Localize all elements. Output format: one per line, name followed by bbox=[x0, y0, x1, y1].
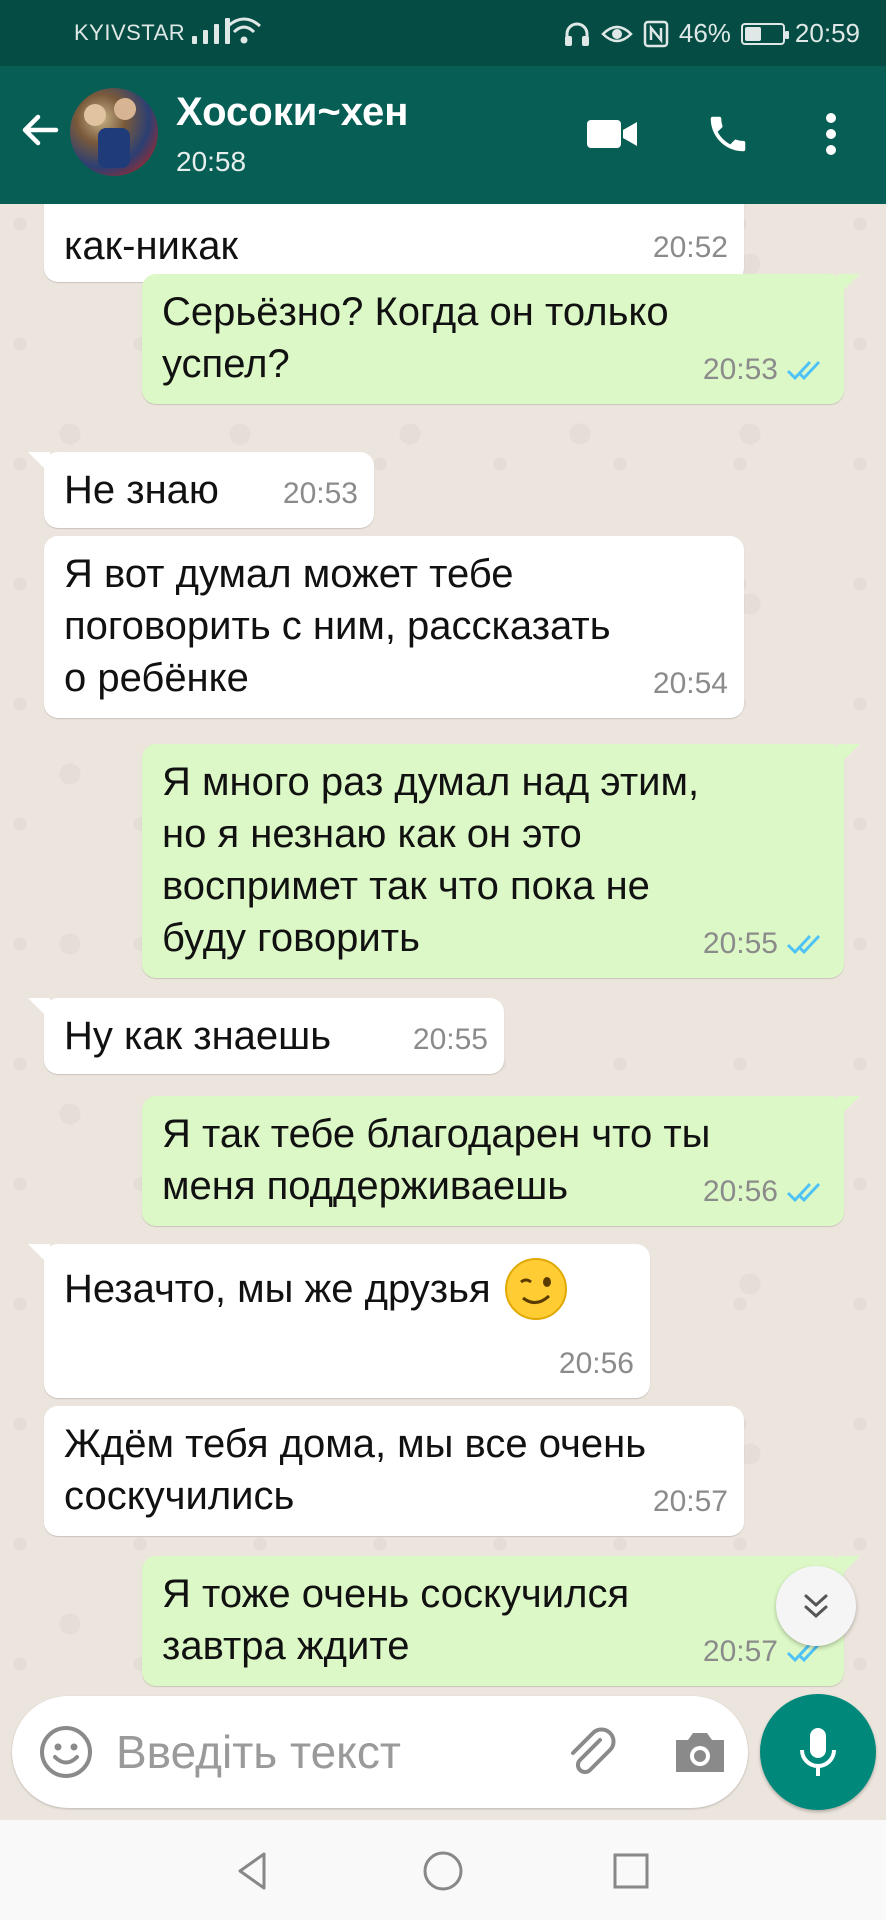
eye-icon bbox=[601, 25, 633, 42]
phone-icon bbox=[710, 116, 746, 152]
voice-call-button[interactable] bbox=[700, 106, 756, 162]
chat-area[interactable]: как-никак 20:52 Серьёзно? Когда он тольк… bbox=[0, 204, 886, 1692]
headset-icon bbox=[564, 22, 589, 46]
system-nav-bar bbox=[0, 1820, 886, 1920]
message-meta: 20:56 bbox=[703, 1166, 826, 1218]
double-check-icon bbox=[786, 360, 821, 381]
message-incoming[interactable]: как-никак 20:52 bbox=[44, 204, 744, 282]
last-seen: 20:58 bbox=[176, 146, 247, 177]
message-outgoing[interactable]: Я тоже очень соскучился завтра ждите 20:… bbox=[142, 1556, 860, 1686]
avatar[interactable] bbox=[70, 88, 158, 176]
contact-name[interactable]: Хосоки~хен bbox=[176, 90, 408, 135]
message-composer bbox=[12, 1696, 748, 1808]
winking-face-icon bbox=[504, 1258, 567, 1320]
message-meta: 20:55 bbox=[703, 918, 826, 970]
nfc-icon bbox=[643, 20, 669, 47]
message-incoming[interactable]: Не знаю 20:53 bbox=[28, 452, 374, 528]
message-outgoing[interactable]: Я так тебе благодарен что ты меня поддер… bbox=[142, 1096, 860, 1226]
message-time: 20:54 bbox=[652, 667, 728, 700]
video-call-button[interactable] bbox=[582, 106, 642, 162]
wifi-icon bbox=[227, 17, 261, 44]
carrier-name: KYIVSTAR bbox=[74, 20, 186, 45]
double-chevron-down-icon bbox=[804, 1594, 828, 1619]
battery-percent: 46% bbox=[678, 18, 731, 48]
message-input[interactable] bbox=[116, 1720, 536, 1784]
signal-icon bbox=[192, 16, 230, 44]
clock: 20:59 bbox=[794, 18, 860, 48]
status-bar: KYIVSTAR 46% 20:59 bbox=[0, 0, 886, 66]
message-outgoing[interactable]: Серьёзно? Когда он только успел? 20:53 bbox=[142, 274, 860, 404]
message-time: 20:53 bbox=[702, 353, 778, 386]
chat-header: Хосоки~хен 20:58 bbox=[0, 66, 886, 204]
battery-icon bbox=[740, 22, 789, 45]
message-text: как-никак bbox=[64, 224, 239, 268]
more-vert-icon bbox=[826, 113, 836, 155]
message-time: 20:56 bbox=[558, 1347, 634, 1380]
message-body: Незачто, мы же друзья bbox=[64, 1256, 630, 1322]
message-time: 20:56 bbox=[702, 1175, 778, 1208]
more-options-button[interactable] bbox=[808, 106, 854, 162]
double-check-icon bbox=[786, 934, 821, 955]
message-text: Незачто, мы же друзья bbox=[64, 1267, 491, 1311]
message-time: 20:57 bbox=[702, 1635, 778, 1668]
message-incoming[interactable]: Незачто, мы же друзья 20:56 bbox=[28, 1244, 650, 1398]
scroll-to-bottom-button[interactable] bbox=[776, 1566, 856, 1646]
message-meta: 20:53 bbox=[703, 344, 826, 396]
message-time: 20:55 bbox=[412, 1023, 488, 1056]
message-text: Я вот думал может тебе поговорить с ним,… bbox=[64, 552, 611, 700]
message-incoming[interactable]: Я вот думал может тебе поговорить с ним,… bbox=[44, 536, 744, 718]
paperclip-icon[interactable] bbox=[560, 1722, 620, 1782]
arrow-left-icon[interactable] bbox=[16, 106, 64, 154]
message-text: Ждём тебя дома, мы все очень соскучились bbox=[64, 1422, 647, 1518]
message-incoming[interactable]: Ну как знаешь 20:55 bbox=[28, 998, 504, 1074]
nav-back-icon[interactable] bbox=[230, 1848, 276, 1894]
message-outgoing[interactable]: Я много раз думал над этим, но я незнаю … bbox=[142, 744, 860, 978]
emoji-icon[interactable] bbox=[38, 1724, 94, 1780]
message-time: 20:57 bbox=[652, 1485, 728, 1518]
message-time: 20:52 bbox=[652, 231, 728, 264]
voice-message-button[interactable] bbox=[760, 1694, 876, 1810]
nav-home-icon[interactable] bbox=[420, 1848, 466, 1894]
message-time: 20:53 bbox=[282, 477, 358, 510]
camera-icon[interactable] bbox=[670, 1724, 730, 1780]
mic-icon bbox=[800, 1728, 836, 1776]
message-time: 20:55 bbox=[702, 927, 778, 960]
message-incoming[interactable]: Ждём тебя дома, мы все очень соскучились… bbox=[44, 1406, 744, 1536]
video-call-icon bbox=[587, 120, 637, 148]
double-check-icon bbox=[786, 1182, 821, 1203]
nav-recents-icon[interactable] bbox=[608, 1848, 654, 1894]
